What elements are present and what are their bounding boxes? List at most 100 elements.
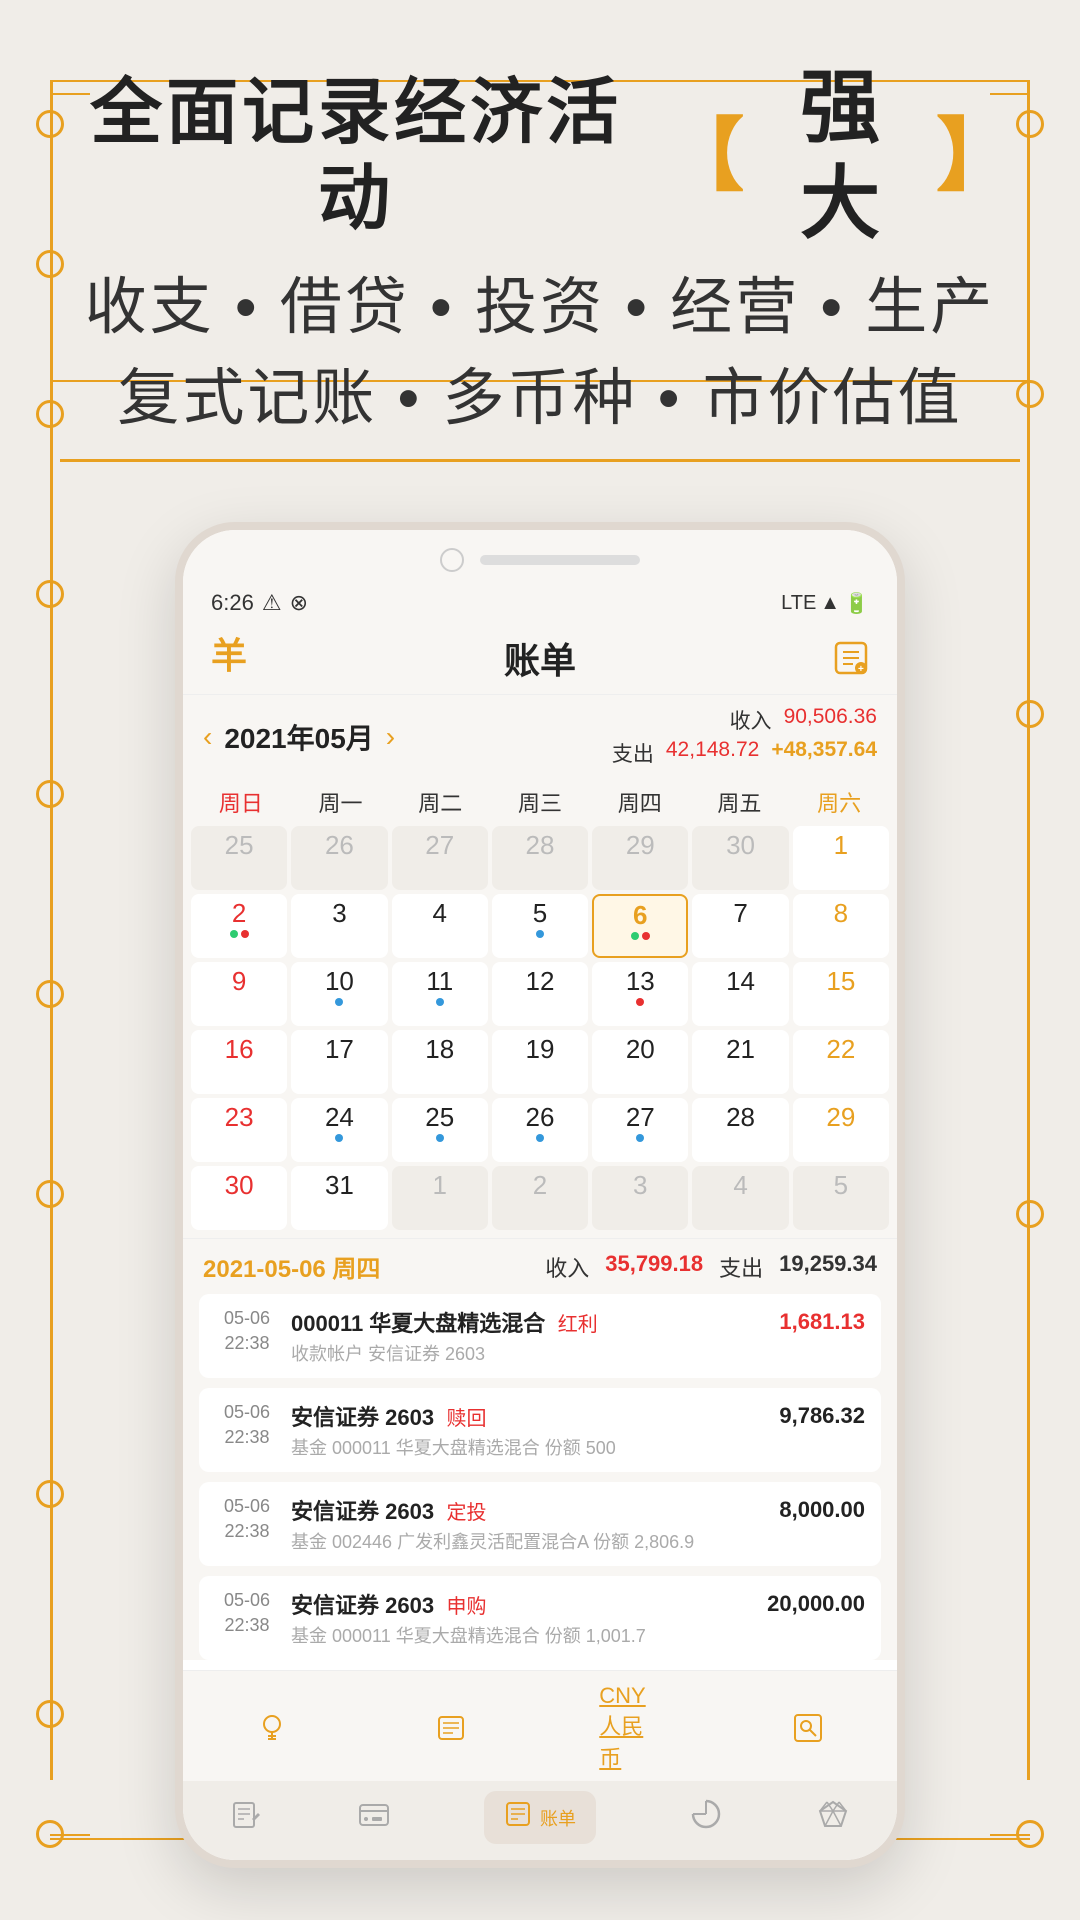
tx-body: 安信证券 2603 申购 20,000.00 基金 000011 华夏大盘精选混… — [291, 1588, 865, 1648]
app-title: 账单 — [504, 632, 576, 684]
cal-cell[interactable]: 5 — [793, 1166, 889, 1230]
cal-cell[interactable]: 18 — [392, 1030, 488, 1094]
notch-camera — [440, 548, 464, 572]
tx-name: 安信证券 2603 — [291, 1593, 434, 1618]
cal-cell[interactable]: 20 — [592, 1030, 688, 1094]
currency-label[interactable]: CNY 人民币 — [599, 1683, 659, 1773]
weekday-sun: 周日 — [191, 778, 291, 826]
top-banner: 全面记录经济活动 【 强大 】 收支 • 借贷 • 投资 • 经营 • 生产 复… — [0, 0, 1080, 492]
nav-edit[interactable] — [230, 1797, 264, 1839]
cal-cell[interactable]: 14 — [692, 962, 788, 1026]
cal-cell[interactable]: 10 — [291, 962, 387, 1026]
cal-cell[interactable]: 7 — [692, 894, 788, 958]
cal-cell[interactable]: 17 — [291, 1030, 387, 1094]
weekday-wed: 周三 — [490, 778, 590, 826]
cal-cell[interactable]: 8 — [793, 894, 889, 958]
cal-cell[interactable]: 3 — [592, 1166, 688, 1230]
headline-line3: 复式记账 • 多币种 • 市价估值 — [60, 359, 1020, 463]
cal-cell[interactable]: 2 — [492, 1166, 588, 1230]
accounts-icon — [357, 1797, 391, 1839]
transaction-item[interactable]: 05-06 22:38 000011 华夏大盘精选混合 红利 1,681.13 … — [199, 1294, 881, 1378]
cal-cell[interactable]: 22 — [793, 1030, 889, 1094]
bulb-button[interactable] — [242, 1712, 302, 1744]
prev-month-button[interactable]: ‹ — [203, 721, 212, 753]
cal-cell[interactable]: 27 — [392, 826, 488, 890]
nav-stats[interactable] — [689, 1797, 723, 1839]
cal-cell[interactable]: 2 — [191, 894, 287, 958]
transaction-item[interactable]: 05-06 22:38 安信证券 2603 申购 20,000.00 基金 00… — [199, 1576, 881, 1660]
cal-cell[interactable]: 13 — [592, 962, 688, 1026]
cal-cell[interactable]: 24 — [291, 1098, 387, 1162]
cal-cell[interactable]: 27 — [592, 1098, 688, 1162]
weekday-fri: 周五 — [690, 778, 790, 826]
cal-cell[interactable]: 19 — [492, 1030, 588, 1094]
cal-cell[interactable]: 1 — [793, 826, 889, 890]
cal-cell[interactable]: 15 — [793, 962, 889, 1026]
cal-cell[interactable]: 1 — [392, 1166, 488, 1230]
cal-cell-today[interactable]: 6 — [592, 894, 688, 958]
app-header: 羊 账单 + — [183, 622, 897, 695]
nav-premium[interactable] — [816, 1797, 850, 1839]
headline-line2: 收支 • 借贷 • 投资 • 经营 • 生产 — [60, 268, 1020, 349]
nav-bill[interactable]: 账单 — [484, 1791, 596, 1844]
cal-cell[interactable]: 5 — [492, 894, 588, 958]
selected-date-stats: 收入 35,799.18 支出 19,259.34 — [545, 1251, 877, 1283]
nav-bill-active[interactable]: 账单 — [484, 1791, 596, 1844]
cal-cell[interactable]: 25 — [191, 826, 287, 890]
status-right: LTE ▲ 🔋 — [781, 591, 869, 616]
cal-cell[interactable]: 21 — [692, 1030, 788, 1094]
tx-body: 安信证券 2603 赎回 9,786.32 基金 000011 华夏大盘精选混合… — [291, 1400, 865, 1460]
cal-cell[interactable]: 4 — [692, 1166, 788, 1230]
cal-cell[interactable]: 23 — [191, 1098, 287, 1162]
cal-cell[interactable]: 29 — [793, 1098, 889, 1162]
cal-cell[interactable]: 16 — [191, 1030, 287, 1094]
calendar-header: 周日 周一 周二 周三 周四 周五 周六 — [191, 778, 889, 826]
nav-accounts[interactable] — [357, 1797, 391, 1839]
new-record-button[interactable]: + — [829, 636, 873, 680]
tx-amount: 20,000.00 — [767, 1591, 865, 1617]
bill-label: 账单 — [540, 1805, 576, 1831]
cal-cell[interactable]: 28 — [492, 826, 588, 890]
weekday-thu: 周四 — [590, 778, 690, 826]
tx-amount: 8,000.00 — [779, 1497, 865, 1523]
calendar: 周日 周一 周二 周三 周四 周五 周六 25 26 27 28 29 30 1… — [183, 778, 897, 1238]
cal-cell[interactable]: 30 — [692, 826, 788, 890]
cal-cell[interactable]: 11 — [392, 962, 488, 1026]
currency-button[interactable]: CNY 人民币 — [599, 1683, 659, 1773]
tx-tag: 红利 — [558, 1314, 598, 1336]
search-button[interactable] — [778, 1712, 838, 1744]
tx-amount: 1,681.13 — [779, 1309, 865, 1335]
weekday-sat: 周六 — [789, 778, 889, 826]
notch-pill — [480, 555, 640, 565]
cal-cell[interactable]: 26 — [492, 1098, 588, 1162]
cal-cell[interactable]: 28 — [692, 1098, 788, 1162]
income-value: 90,506.36 — [784, 705, 877, 735]
cal-cell[interactable]: 31 — [291, 1166, 387, 1230]
calendar-body[interactable]: 25 26 27 28 29 30 1 2 3 4 5 6 — [191, 826, 889, 1230]
warning-icon: ⚠ — [262, 590, 282, 616]
cal-cell[interactable]: 29 — [592, 826, 688, 890]
tx-tag: 定投 — [447, 1502, 487, 1524]
sel-income-label: 收入 — [545, 1251, 589, 1283]
cal-cell[interactable]: 30 — [191, 1166, 287, 1230]
svg-text:羊: 羊 — [211, 635, 247, 676]
tx-tag: 赎回 — [447, 1408, 487, 1430]
cal-cell[interactable]: 12 — [492, 962, 588, 1026]
tx-sub: 基金 002446 广发利鑫灵活配置混合A 份额 2,806.9 — [291, 1528, 865, 1554]
cal-cell[interactable]: 9 — [191, 962, 287, 1026]
cal-cell[interactable]: 25 — [392, 1098, 488, 1162]
battery-icon: 🔋 — [844, 591, 869, 616]
status-left: 6:26 ⚠ ⊗ — [211, 590, 308, 616]
transaction-item[interactable]: 05-06 22:38 安信证券 2603 定投 8,000.00 基金 002… — [199, 1482, 881, 1566]
cal-cell[interactable]: 26 — [291, 826, 387, 890]
next-month-button[interactable]: › — [386, 721, 395, 753]
app-logo[interactable]: 羊 — [207, 632, 251, 684]
cal-cell[interactable]: 4 — [392, 894, 488, 958]
cal-cell[interactable]: 3 — [291, 894, 387, 958]
transaction-item[interactable]: 05-06 22:38 安信证券 2603 赎回 9,786.32 基金 000… — [199, 1388, 881, 1472]
tx-body: 000011 华夏大盘精选混合 红利 1,681.13 收款帐户 安信证券 26… — [291, 1306, 865, 1366]
list-view-button[interactable] — [421, 1712, 481, 1744]
month-stats: 收入 90,506.36 支出 42,148.72 +48,357.64 — [612, 705, 877, 768]
expense-label: 支出 — [612, 738, 654, 768]
sel-expense-label: 支出 — [719, 1251, 763, 1283]
